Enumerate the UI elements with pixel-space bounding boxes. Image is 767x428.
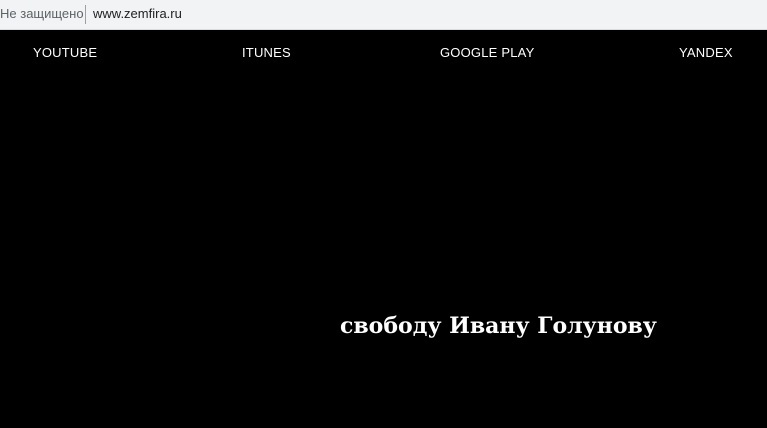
page-content: YOUTUBE ITUNES GOOGLE PLAY YANDEX свобод… [0, 30, 767, 428]
nav-link-itunes[interactable]: ITUNES [242, 45, 291, 60]
nav-link-yandex[interactable]: YANDEX [679, 45, 733, 60]
page-headline: свободу Ивану Голунову [340, 313, 657, 339]
browser-window: Не защищено www.zemfira.ru YOUTUBE ITUNE… [0, 0, 767, 428]
address-bar-divider [85, 5, 86, 24]
nav-link-youtube[interactable]: YOUTUBE [33, 45, 97, 60]
security-status-label[interactable]: Не защищено [0, 6, 84, 21]
nav-link-google-play[interactable]: GOOGLE PLAY [440, 45, 534, 60]
url-text[interactable]: www.zemfira.ru [93, 6, 182, 21]
address-bar[interactable]: Не защищено www.zemfira.ru [0, 0, 767, 30]
